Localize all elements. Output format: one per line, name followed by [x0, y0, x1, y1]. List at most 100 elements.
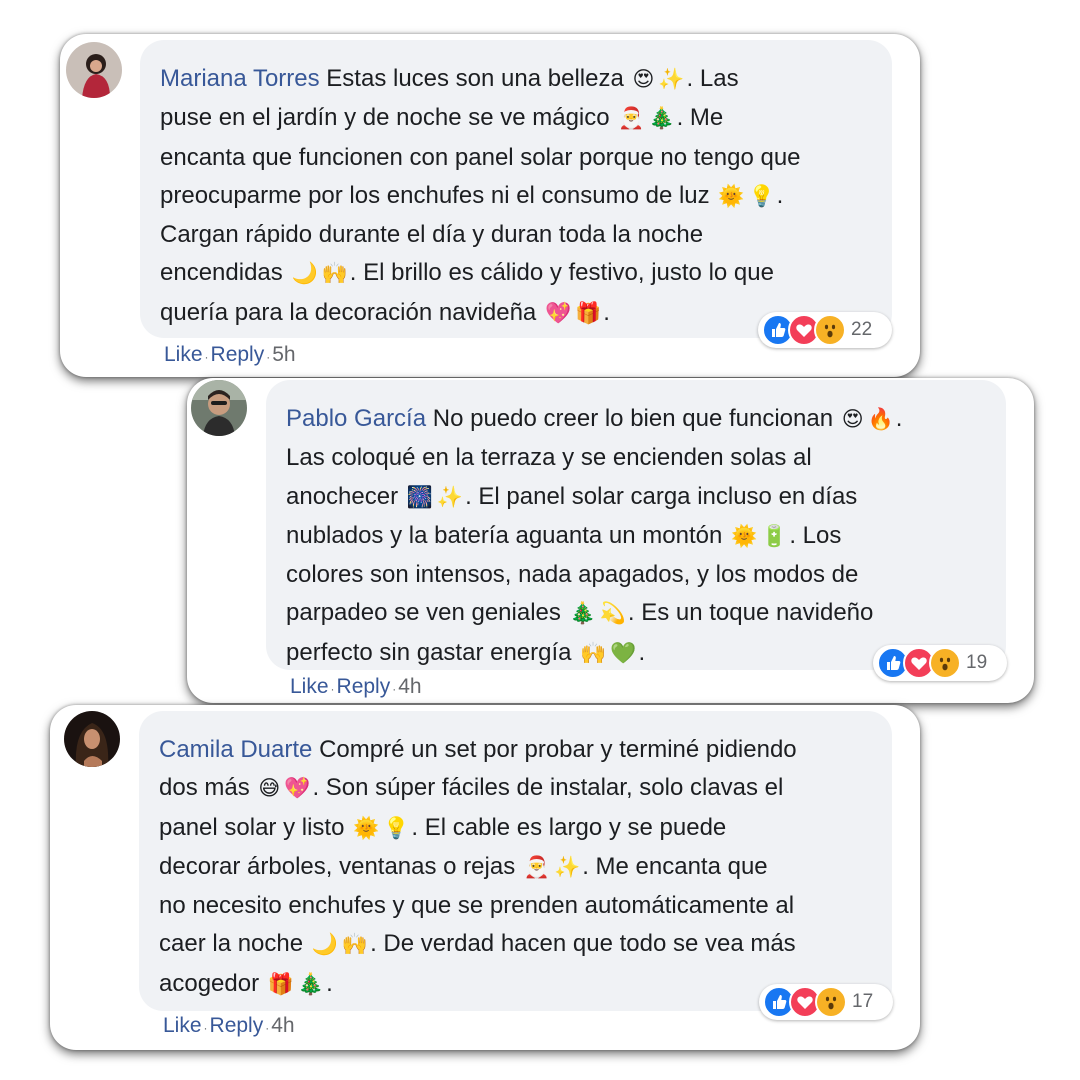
- comment-text: Mariana Torres Estas luces son una belle…: [160, 60, 872, 333]
- comment-line: Cargan rápido durante el día y duran tod…: [160, 216, 872, 254]
- comment-text: Pablo García No puedo creer lo bien que …: [286, 400, 986, 673]
- reply-button[interactable]: Reply: [210, 1014, 264, 1037]
- comment-text-segment: parpadeo se ven geniales: [286, 599, 568, 627]
- comment-text-segment: .: [603, 298, 610, 326]
- comment-line: puse en el jardín y de noche se ve mágic…: [160, 99, 872, 138]
- author-name[interactable]: Mariana Torres: [160, 65, 320, 92]
- emoji-icon: 🎄: [648, 107, 675, 131]
- comment-line: colores son intensos, nada apagados, y l…: [286, 556, 986, 594]
- emoji-icon: 💖: [284, 777, 311, 801]
- emoji-icon: 🎅: [523, 855, 551, 879]
- emoji-icon: 🙌: [321, 262, 348, 286]
- reactions-summary[interactable]: 17: [759, 984, 893, 1020]
- comment-line: encanta que funcionen con panel solar po…: [160, 139, 872, 177]
- comment-text-segment: dos más: [159, 774, 257, 802]
- comment-timestamp[interactable]: 4h: [271, 1014, 294, 1037]
- reactions-summary[interactable]: 19: [873, 645, 1007, 681]
- emoji-icon: ✨: [658, 68, 685, 91]
- emoji-icon: 😍: [841, 408, 864, 431]
- comment-line: panel solar y listo 🌞 💡. El cable es larg…: [159, 809, 872, 848]
- emoji-icon: ✨: [554, 855, 581, 879]
- separator-dot: ·: [204, 350, 209, 364]
- comment-line: nublados y la batería aguanta un montón …: [286, 517, 986, 556]
- emoji-icon: 🎅: [618, 107, 645, 131]
- comment-text-segment: .: [895, 405, 903, 432]
- avatar[interactable]: [64, 711, 120, 767]
- emoji-icon: 💚: [610, 641, 637, 665]
- comment-text-segment: . Los: [789, 521, 842, 549]
- comment-text-segment: puse en el jardín y de noche se ve mágic…: [160, 104, 617, 132]
- comment-line: no necesito enchufes y que se prenden au…: [159, 887, 872, 925]
- avatar-photo: [66, 42, 122, 98]
- comment-text-segment: . El brillo es cálido y festivo, justo l…: [349, 259, 774, 287]
- comment-bubble: Mariana Torres Estas luces son una belle…: [140, 40, 892, 338]
- comment-line: preocuparme por los enchufes ni el consu…: [160, 177, 872, 216]
- avatar-photo: [64, 711, 120, 767]
- like-button[interactable]: Like: [290, 675, 329, 698]
- comment-text-segment: . El panel solar carga incluso en días: [465, 482, 858, 510]
- like-button[interactable]: Like: [164, 343, 203, 366]
- comment-text-segment: preocuparme por los enchufes ni el consu…: [160, 181, 717, 209]
- separator-dot: ·: [330, 682, 335, 696]
- avatar[interactable]: [66, 42, 122, 98]
- emoji-icon: ✨: [436, 485, 464, 509]
- comment-text-segment: caer la noche: [159, 930, 310, 958]
- author-name[interactable]: Pablo García: [286, 405, 426, 432]
- comment-timestamp[interactable]: 4h: [398, 675, 421, 698]
- reaction-count: 22: [851, 319, 873, 340]
- comment-text-segment: . Es un toque navideño: [627, 599, 874, 627]
- emoji-icon: 💫: [599, 602, 626, 626]
- avatar[interactable]: [191, 380, 247, 436]
- wow-icon: [929, 647, 961, 679]
- emoji-icon: 😍: [632, 68, 655, 91]
- comment-line: Pablo García No puedo creer lo bien que …: [286, 400, 986, 439]
- comment-bubble: Pablo García No puedo creer lo bien que …: [266, 380, 1006, 670]
- separator-dot: ·: [392, 682, 397, 696]
- comment-line: encendidas 🌙 🙌. El brillo es cálido y fes…: [160, 254, 872, 293]
- comment-text: Camila Duarte Compré un set por probar y…: [159, 731, 872, 1004]
- comment-text-segment: encendidas: [160, 259, 290, 287]
- comment-text-segment: acogedor: [159, 969, 266, 997]
- comment-text-segment: .: [326, 969, 333, 997]
- comment-text-segment: Cargan rápido durante el día y duran tod…: [160, 221, 704, 249]
- like-button[interactable]: Like: [163, 1014, 202, 1037]
- emoji-icon: 🎁: [267, 972, 294, 996]
- reply-button[interactable]: Reply: [211, 343, 265, 366]
- emoji-icon: 🎁: [575, 301, 602, 325]
- emoji-icon: 🌙: [291, 262, 318, 286]
- reaction-count: 17: [852, 991, 874, 1012]
- emoji-icon: 🎆: [406, 485, 433, 509]
- comment-text-segment: .: [776, 181, 784, 209]
- author-name[interactable]: Camila Duarte: [159, 736, 312, 763]
- comment-text-segment: . Son súper fáciles de instalar, solo cl…: [312, 774, 784, 802]
- reply-button[interactable]: Reply: [337, 675, 391, 698]
- comment-actions: Like ·Reply ·4h: [290, 675, 422, 699]
- emoji-icon: 🔋: [761, 524, 788, 548]
- comment-text-segment: No puedo creer lo bien que funcionan: [432, 405, 840, 432]
- comment-text-segment: colores son intensos, nada apagados, y l…: [286, 561, 859, 589]
- emoji-icon: 🔥: [867, 408, 894, 431]
- comment-text-segment: nublados y la batería aguanta un montón: [286, 521, 729, 549]
- comment-text-segment: quería para la decoración navideña: [160, 298, 543, 326]
- reactions-summary[interactable]: 22: [758, 312, 892, 348]
- emoji-icon: 🎄: [297, 972, 325, 996]
- emoji-icon: 🙌: [341, 933, 369, 957]
- comment-text-segment: decorar árboles, ventanas o rejas: [159, 852, 522, 880]
- comment-card: Mariana Torres Estas luces son una belle…: [60, 34, 920, 377]
- comment-timestamp[interactable]: 5h: [272, 343, 295, 366]
- comment-line: Camila Duarte Compré un set por probar y…: [159, 731, 872, 769]
- reaction-count: 19: [966, 652, 988, 673]
- comment-card: Camila Duarte Compré un set por probar y…: [50, 705, 920, 1050]
- separator-dot: ·: [265, 1021, 270, 1035]
- separator-dot: ·: [203, 1021, 208, 1035]
- separator-dot: ·: [266, 350, 271, 364]
- comment-text-segment: . Las: [686, 65, 739, 92]
- comment-line: parpadeo se ven geniales 🎄 💫. Es un toque…: [286, 594, 986, 633]
- emoji-icon: 💡: [748, 184, 775, 208]
- comment-text-segment: . De verdad hacen que todo se vea más: [370, 930, 796, 958]
- comment-line: Mariana Torres Estas luces son una belle…: [160, 60, 872, 99]
- comment-line: Las coloqué en la terraza y se encienden…: [286, 439, 986, 477]
- comment-line: decorar árboles, ventanas o rejas 🎅 ✨. Me…: [159, 848, 872, 887]
- emoji-icon: 🎄: [569, 602, 596, 626]
- comment-text-segment: perfecto sin gastar energía: [286, 638, 579, 666]
